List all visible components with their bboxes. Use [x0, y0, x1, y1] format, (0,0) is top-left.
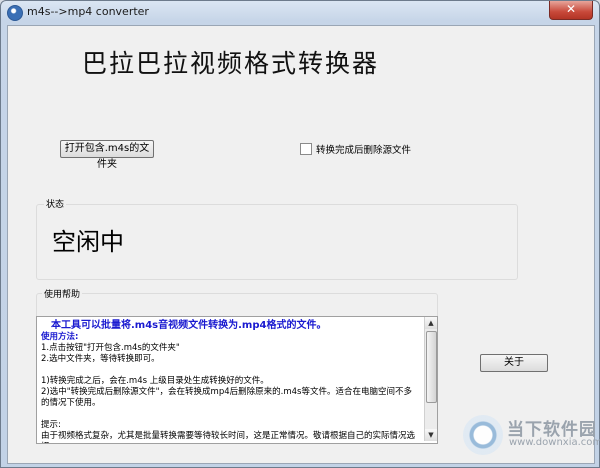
scroll-thumb[interactable]	[426, 331, 437, 403]
delete-source-checkbox[interactable]	[300, 143, 312, 155]
help-textbox[interactable]: 本工具可以批量将.m4s音视频文件转换为.mp4格式的文件。 使用方法: 1.点…	[36, 316, 438, 444]
help-content: 本工具可以批量将.m4s音视频文件转换为.mp4格式的文件。 使用方法: 1.点…	[41, 319, 419, 443]
help-line	[41, 409, 419, 420]
help-line: 1)转换完成之后，会在.m4s 上级目录处生成转换好的文件。	[41, 376, 269, 386]
help-line: 1.点击按钮"打开包含.m4s的文件夹"	[41, 343, 180, 353]
app-window: m4s-->mp4 converter ✕ 巴拉巴拉视频格式转换器 打开包含.m…	[0, 0, 600, 468]
help-line: 2)选中"转换完成后删除源文件"，会在转换成mp4后删除原来的.m4s等文件。适…	[41, 387, 412, 408]
window-title: m4s-->mp4 converter	[27, 5, 149, 18]
help-line: 2.选中文件夹，等待转换即可。	[41, 354, 160, 364]
delete-source-label: 转换完成后删除源文件	[316, 145, 412, 156]
help-line: 提示:	[41, 420, 61, 430]
scroll-down-arrow-icon[interactable]: ▼	[425, 429, 437, 441]
watermark-url: www.downxia.com	[509, 437, 600, 448]
status-caption: 状态	[44, 197, 67, 210]
help-headline: 本工具可以批量将.m4s音视频文件转换为.mp4格式的文件。	[51, 320, 327, 331]
open-folder-button[interactable]: 打开包含.m4s的文件夹	[60, 140, 154, 170]
title-bar[interactable]: m4s-->mp4 converter ✕	[1, 1, 599, 25]
help-usage-title: 使用方法:	[41, 332, 79, 342]
watermark-logo-icon	[463, 415, 503, 455]
close-button[interactable]: ✕	[549, 1, 593, 20]
help-caption: 使用帮助	[42, 287, 83, 300]
status-value: 空闲中	[52, 228, 124, 256]
client-area: 巴拉巴拉视频格式转换器 打开包含.m4s的文件夹 转换完成后删除源文件 状态 空…	[7, 25, 595, 464]
about-button[interactable]: 关于	[480, 354, 548, 372]
help-line: 由于视频格式复杂，尤其是批量转换需要等待较长时间，这是正常情况。敬请根据自己的实…	[41, 431, 416, 443]
help-line	[41, 365, 419, 376]
site-watermark: 当下软件园 www.downxia.com	[463, 409, 600, 461]
scroll-up-arrow-icon[interactable]: ▲	[425, 317, 437, 329]
app-icon	[7, 5, 23, 21]
help-scrollbar[interactable]: ▲ ▼	[424, 317, 437, 441]
app-heading: 巴拉巴拉视频格式转换器	[82, 49, 380, 78]
